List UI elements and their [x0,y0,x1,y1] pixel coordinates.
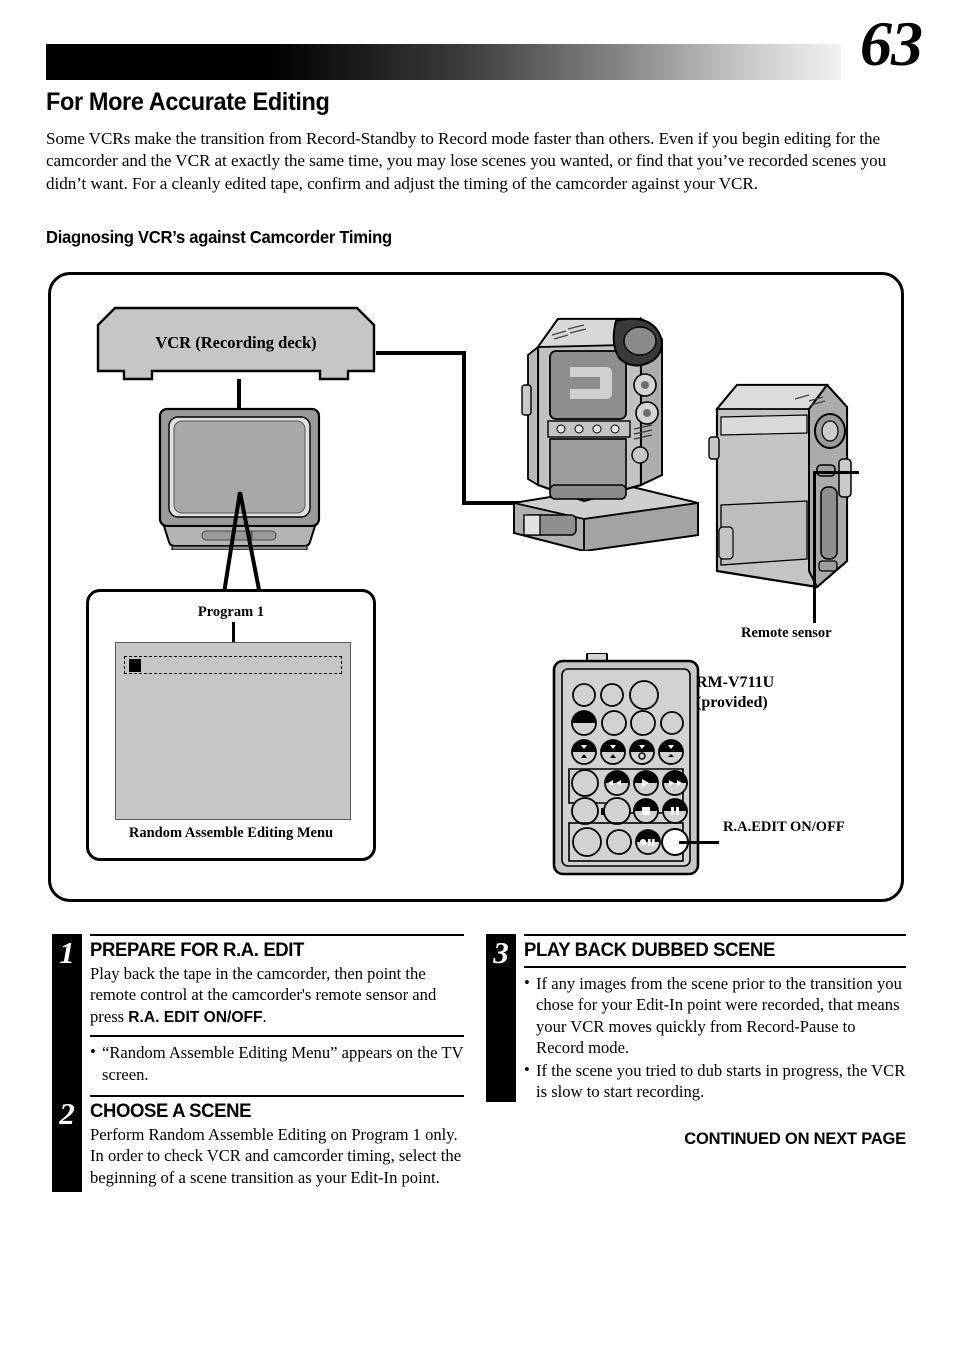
step-3-bullet-1: If any images from the scene prior to th… [524,972,906,1059]
step-1-bullets: “Random Assemble Editing Menu” appears o… [90,1037,464,1085]
header-gradient-bar [46,44,841,80]
step-2-content: CHOOSE A SCENE Perform Random Assemble E… [90,1095,464,1188]
camcorder-side-illustration [699,375,867,595]
diagram-panel: VCR (Recording deck) Program 1 Random As… [48,272,904,902]
menu-screen [115,642,351,820]
step-3: 3 PLAY BACK DUBBED SCENE If any images f… [486,934,906,1102]
step-2-body: Perform Random Assemble Editing on Progr… [90,1125,462,1187]
vcr-illustration: VCR (Recording deck) [95,305,377,387]
intro-paragraph: Some VCRs make the transition from Recor… [46,129,887,193]
page-number: 63 [860,8,923,79]
step-1: 1 PREPARE FOR R.A. EDIT Play back the ta… [52,934,464,1192]
step-1-number: 1 [59,935,75,970]
menu-caption: Random Assemble Editing Menu [128,825,334,841]
step-1-content: PREPARE FOR R.A. EDIT Play back the tape… [90,934,464,1085]
vcr-label: VCR (Recording deck) [155,333,317,352]
program-label: Program 1 [197,604,265,620]
ra-edit-label: R.A.EDIT ON/OFF [723,819,845,835]
step-3-bullets: If any images from the scene prior to th… [524,968,906,1102]
step-3-heading: PLAY BACK DUBBED SCENE [524,939,776,961]
steps-column-left: 1 PREPARE FOR R.A. EDIT Play back the ta… [52,934,464,1192]
camcorder-side-shape [708,383,852,589]
camcorder-docked-shape [513,316,699,553]
step-3-number: 3 [493,935,509,970]
continued-notice: CONTINUED ON NEXT PAGE [684,1130,906,1148]
step-1-bullet-1: “Random Assemble Editing Menu” appears o… [90,1041,464,1085]
step-2: 2 CHOOSE A SCENE Perform Random Assemble… [52,1095,464,1188]
remote-model-label: RM-V711U (provided) [696,673,774,713]
remote-sensor-leader-line-h [813,471,859,474]
step-3-bullet-2: If the scene you tried to dub starts in … [524,1059,906,1103]
remote-model-line1: RM-V711U [696,674,775,691]
menu-cursor-block [129,659,141,672]
cable-segment-horizontal-top [376,351,466,355]
ra-edit-leader-line [679,841,719,844]
step-1-heading: PREPARE FOR R.A. EDIT [90,939,305,961]
step-1-body-suffix: . [262,1006,267,1026]
menu-callout-box: Program 1 Random Assemble Editing Menu [86,589,376,861]
cable-vcr-to-tv [237,379,241,409]
step-3-content: PLAY BACK DUBBED SCENE If any images fro… [524,934,906,1102]
step-1-body: Play back the tape in the camcorder, the… [90,962,464,1028]
camcorder-docked-illustration [466,289,701,553]
remote-model-line2: (provided) [696,694,768,711]
steps-column-right: 3 PLAY BACK DUBBED SCENE If any images f… [486,934,906,1103]
step-2-heading: CHOOSE A SCENE [90,1100,252,1123]
remote-sensor-leader-line [813,471,816,623]
step-2-number: 2 [59,1096,75,1132]
step-1-body-bold: R.A. EDIT ON/OFF [128,1008,263,1026]
remote-sensor-label: Remote sensor [741,625,832,641]
page-title: For More Accurate Editing [46,88,330,116]
tv-illustration [158,407,321,551]
tv-shape [158,407,321,551]
menu-highlight-row [124,656,342,674]
section-subtitle: Diagnosing VCR’s against Camcorder Timin… [46,227,392,247]
